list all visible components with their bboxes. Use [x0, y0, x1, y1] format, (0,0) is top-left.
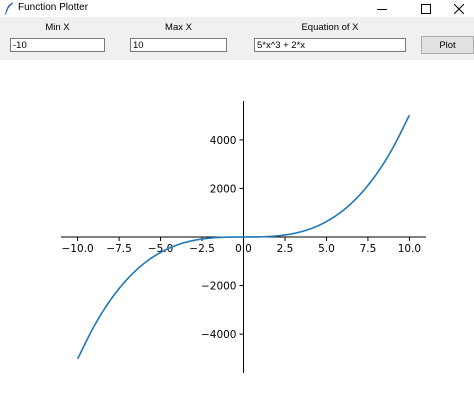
- x-tick-label: −7.5: [106, 243, 132, 255]
- max-x-input[interactable]: [130, 38, 227, 52]
- equation-label: Equation of X: [301, 22, 359, 33]
- min-x-input[interactable]: [10, 38, 105, 52]
- controls-bar: Min X Max X Equation of X Plot: [0, 17, 474, 60]
- x-tick-label: 10.0: [398, 243, 421, 255]
- x-tick-label: −10.0: [61, 243, 93, 255]
- equation-input[interactable]: [254, 38, 406, 52]
- y-tick-label: 4000: [210, 135, 237, 147]
- x-tick-label: 5.0: [318, 243, 335, 255]
- minimize-icon[interactable]: [367, 0, 397, 17]
- maximize-icon[interactable]: [411, 0, 441, 17]
- window-title: Function Plotter: [18, 2, 89, 13]
- x-tick-label: 0.0: [235, 243, 252, 255]
- y-tick-label: −4000: [201, 329, 237, 341]
- y-tick-label: 2000: [210, 183, 237, 195]
- function-chart: −10.0 −7.5 −5.0 −2.5 0.0 2.5 5.0 7.5 10.0−4000−2…: [61, 101, 426, 373]
- x-tick-label: 2.5: [277, 243, 294, 255]
- title-bar: Function Plotter: [0, 0, 474, 17]
- x-tick-label: −2.5: [189, 243, 215, 255]
- plot-area: −10.0 −7.5 −5.0 −2.5 0.0 2.5 5.0 7.5 10.0 −4000 −2…: [0, 60, 474, 410]
- y-tick-label: −2000: [201, 281, 237, 293]
- plot-button[interactable]: Plot: [421, 36, 474, 54]
- axis-ticks: −10.0 −7.5 −5.0 −2.5 0.0 2.5 5.0 7.5 10.0−4000−2…: [61, 135, 421, 341]
- x-tick-label: 7.5: [360, 243, 377, 255]
- max-x-label: Max X: [165, 22, 192, 33]
- feather-icon: [4, 2, 14, 15]
- min-x-label: Min X: [45, 22, 70, 33]
- close-icon[interactable]: [444, 0, 474, 17]
